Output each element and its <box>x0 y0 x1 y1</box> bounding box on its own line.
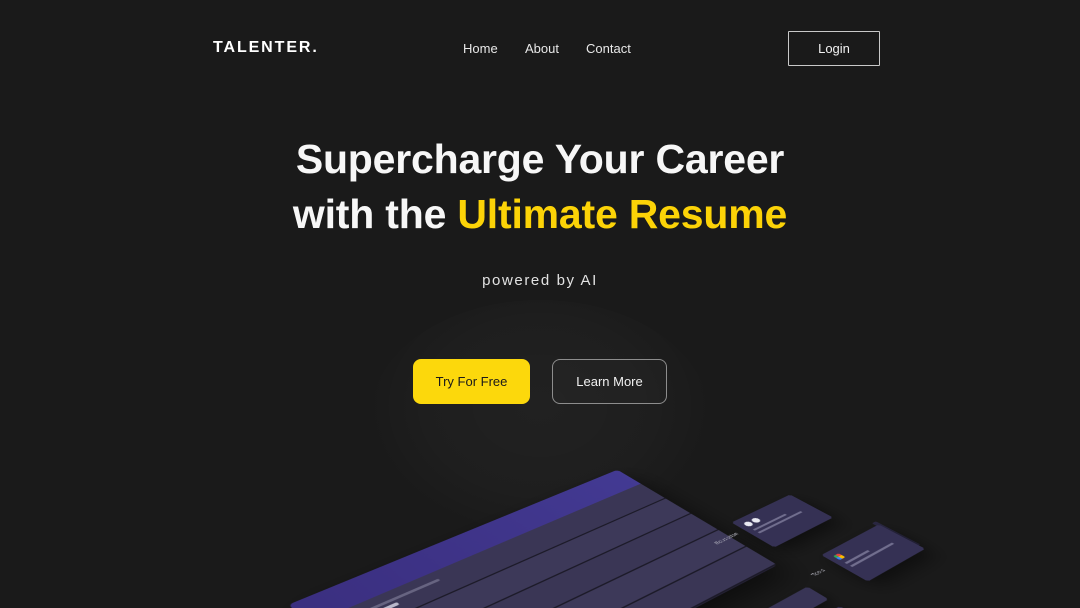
nav-links: Home About Contact <box>463 41 641 57</box>
page-title: Supercharge Your Career with the Ultimat… <box>0 132 1080 242</box>
cta-button-row: Try For Free Learn More <box>0 359 1080 404</box>
nav-link-home[interactable]: Home <box>463 41 525 57</box>
navbar: TALENTER. Home About Contact Login <box>0 0 1080 96</box>
brand-logo-text: TALENTER <box>213 39 313 56</box>
row-line-bold <box>359 602 400 608</box>
headline-line-2-accent: Ultimate Resume <box>457 191 788 237</box>
headline-line-1: Supercharge Your Career <box>295 136 785 182</box>
mockup-label-tools: Tools <box>810 568 828 578</box>
try-for-free-button[interactable]: Try For Free <box>413 359 530 404</box>
hero-section: Supercharge Your Career with the Ultimat… <box>0 132 1080 291</box>
headline-line-2-plain: with the <box>292 191 458 237</box>
google-icon <box>833 553 846 561</box>
landing-page: TALENTER. Home About Contact Login Super… <box>0 0 1080 608</box>
tools-icons <box>833 531 888 561</box>
nav-link-about[interactable]: About <box>525 41 586 57</box>
brand-logo[interactable]: TALENTER. <box>213 39 317 57</box>
learn-more-button[interactable]: Learn More <box>552 359 667 404</box>
skill-chip <box>763 586 829 608</box>
login-button[interactable]: Login <box>788 31 880 66</box>
mockup-scene: Experience <box>248 445 926 608</box>
mockup-experience-panel <box>288 469 778 608</box>
hero-subtitle: powered by AI <box>482 272 598 289</box>
product-mockup: Experience <box>0 408 1080 608</box>
nav-link-contact[interactable]: Contact <box>586 41 641 57</box>
brand-logo-dot: . <box>312 39 317 56</box>
mockup-education-card <box>731 494 834 548</box>
mockup-tools-card <box>821 524 926 582</box>
